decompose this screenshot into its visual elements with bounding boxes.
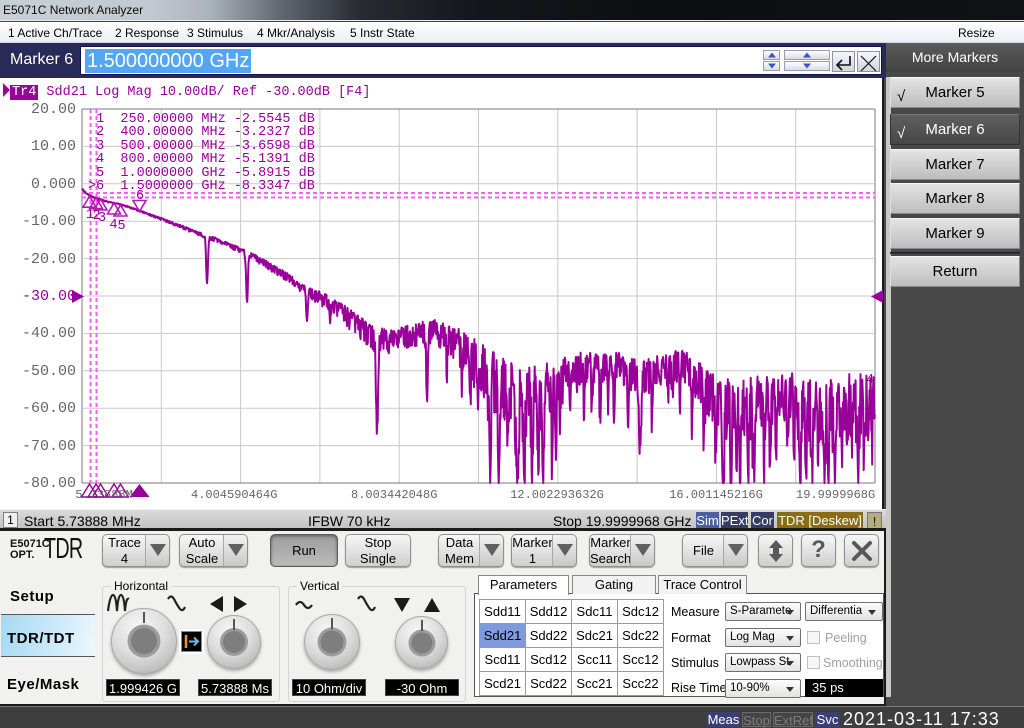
svg-text:4: 4 — [866, 373, 874, 388]
svg-text:3: 3 — [98, 211, 106, 226]
svg-text:5: 5 — [118, 219, 126, 234]
svg-text:4: 4 — [110, 218, 118, 233]
